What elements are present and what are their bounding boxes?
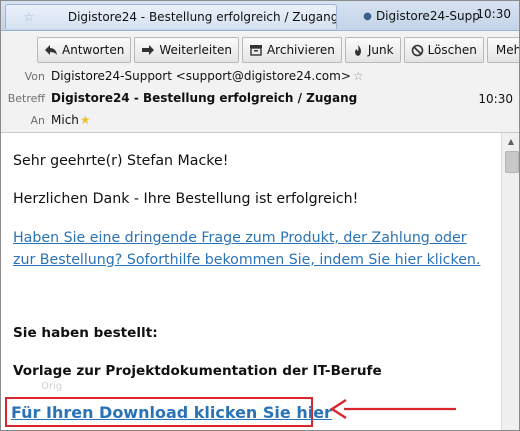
mail-window: ☆ Digistore24 - Bestellung erfolgreich /… (0, 0, 520, 431)
reply-button[interactable]: Antworten (37, 37, 132, 63)
subject-value: Digistore24 - Bestellung erfolgreich / Z… (51, 91, 358, 105)
tab-title: Digistore24-Supp... (375, 9, 479, 23)
message-header: Antworten Weiterleiten Archivieren Junk … (1, 31, 519, 133)
tab-dot-icon: ● (363, 10, 372, 22)
forward-icon (142, 45, 155, 55)
from-address[interactable]: Digistore24-Support <support@digistore24… (51, 69, 351, 83)
message-toolbar: Antworten Weiterleiten Archivieren Junk … (37, 37, 519, 63)
more-button[interactable]: Mehr (486, 37, 519, 63)
to-recipient[interactable]: Mich (51, 113, 79, 127)
reply-icon (45, 45, 57, 55)
forward-label: Weiterleiten (159, 43, 232, 57)
tab-message[interactable]: ☆ Digistore24 - Bestellung erfolgreich /… (5, 4, 337, 29)
help-link[interactable]: Haben Sie eine dringende Frage zum Produ… (13, 227, 493, 271)
message-body: Sehr geehrte(r) Stefan Macke! Herzlichen… (1, 133, 501, 430)
block-icon (411, 44, 423, 56)
delete-label: Löschen (427, 43, 477, 57)
archive-icon (249, 45, 262, 56)
forward-button[interactable]: Weiterleiten (134, 37, 239, 63)
ordered-heading: Sie haben bestellt: (13, 325, 158, 341)
delete-button[interactable]: Löschen (403, 37, 484, 63)
more-label: Mehr (495, 43, 519, 57)
star-outline-icon[interactable]: ☆ (353, 69, 364, 83)
from-value[interactable]: Digistore24-Support <support@digistore24… (51, 69, 364, 83)
message-time: 10:30 (478, 92, 513, 106)
junk-label: Junk (367, 43, 394, 57)
thanks-text: Herzlichen Dank - Ihre Bestellung ist er… (13, 191, 359, 207)
archive-button[interactable]: Archivieren (241, 37, 342, 63)
scroll-thumb[interactable] (505, 151, 519, 173)
flame-icon (354, 44, 361, 56)
from-label: Von (24, 69, 45, 83)
vertical-scrollbar[interactable]: ▲ (501, 133, 519, 430)
junk-button[interactable]: Junk (344, 37, 401, 63)
subject-label: Betreff (7, 91, 45, 105)
faded-text: Orig (41, 381, 63, 392)
scroll-up-icon[interactable]: ▲ (502, 133, 519, 149)
archive-label: Archivieren (266, 43, 335, 57)
tab-title: Digistore24 - Bestellung erfolgreich / Z… (67, 10, 336, 24)
tab-bar: ☆ Digistore24 - Bestellung erfolgreich /… (1, 1, 519, 31)
download-link[interactable]: Für Ihren Download klicken Sie hier (11, 403, 332, 422)
arrow-left-icon (329, 398, 456, 420)
star-filled-icon[interactable]: ★ (80, 113, 91, 127)
to-label: An (30, 113, 46, 127)
greeting-text: Sehr geehrte(r) Stefan Macke! (13, 153, 229, 169)
product-name: Vorlage zur Projektdokumentation der IT-… (13, 363, 382, 379)
tab-second[interactable]: ● Digistore24-Supp... (339, 4, 479, 28)
to-value[interactable]: Mich★ (51, 113, 91, 127)
reply-label: Antworten (62, 43, 125, 57)
star-outline-icon: ☆ (23, 10, 35, 24)
clock: 10:30 (476, 7, 511, 21)
